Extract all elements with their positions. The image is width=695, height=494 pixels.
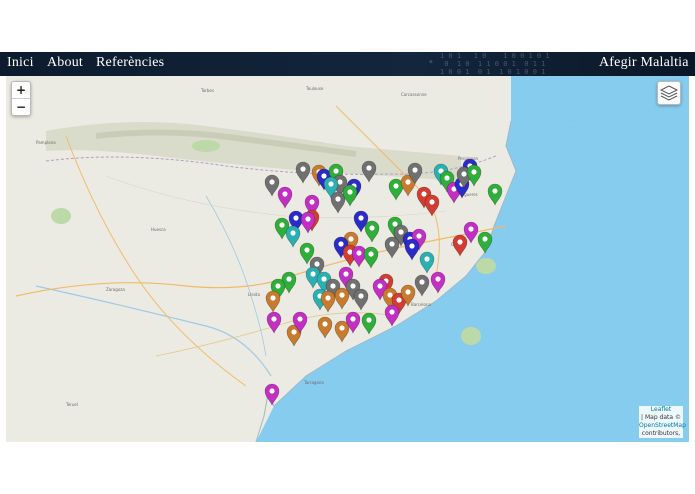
place-label-zaragoza: Zaragoza: [106, 287, 125, 292]
sea-label-line-1: Golf de: [562, 118, 580, 124]
place-label-toulouse: Toulouse: [305, 86, 324, 91]
nav-link-inici[interactable]: Inici: [7, 55, 34, 71]
place-label-lleida: Lleida: [248, 292, 260, 297]
place-label-huesca: Huesca: [151, 227, 166, 232]
layers-icon: [659, 85, 679, 101]
nav-link-about[interactable]: About: [47, 55, 83, 71]
nav-link-referencies[interactable]: Referències: [96, 55, 164, 71]
attribution-osm-link[interactable]: OpenStreetMap: [639, 422, 686, 430]
attribution-map-data: | Map data ©: [641, 414, 681, 421]
attribution-contributors: contributors,: [641, 430, 681, 437]
map-container[interactable]: Tarbes Toulouse Carcassonne Perpignan Pa…: [6, 76, 689, 442]
sea-label-line-2: Lleó: [565, 124, 577, 131]
navbar: 1 0 1 1 0 1 0 0 1 0 1 0 1 0 1 1 0 0 1 0 …: [0, 52, 695, 76]
place-label-barcelona: Barcelona: [411, 302, 432, 307]
place-label-tarragona: Tarragona: [303, 380, 324, 385]
nav-link-afegir-malaltia[interactable]: Afegir Malaltia: [599, 55, 689, 71]
zoom-in-button[interactable]: +: [12, 82, 30, 98]
zoom-out-button[interactable]: −: [12, 98, 30, 115]
layers-control-button[interactable]: [657, 81, 681, 105]
place-label-tarbes: Tarbes: [200, 88, 214, 93]
zoom-control: + −: [11, 81, 31, 116]
place-label-teruel: Teruel: [65, 402, 78, 407]
place-label-carcassonne: Carcassonne: [401, 92, 427, 97]
place-label-pamplona: Pamplona: [36, 140, 56, 145]
attribution-leaflet-link[interactable]: Leaflet: [639, 406, 683, 414]
map-attribution: Leaflet | Map data © OpenStreetMap contr…: [639, 406, 686, 438]
map-tiles[interactable]: Tarbes Toulouse Carcassonne Perpignan Pa…: [6, 76, 689, 442]
